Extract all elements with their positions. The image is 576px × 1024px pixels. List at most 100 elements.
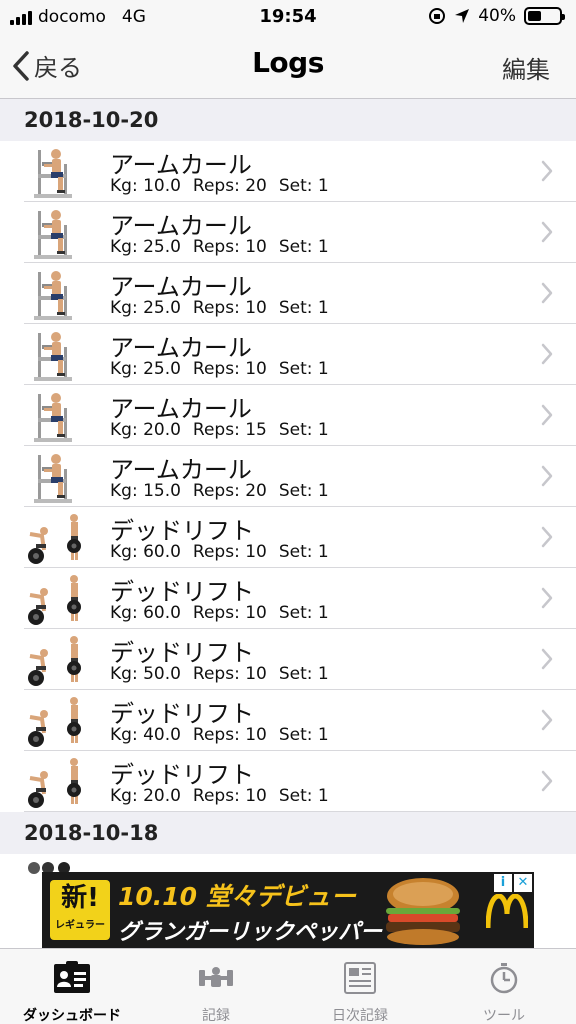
log-entry-row[interactable]: デッドリフト Kg: 60.0 Reps: 10 Set: 1 <box>0 507 576 568</box>
log-entry-row[interactable]: デッドリフト Kg: 60.0 Reps: 10 Set: 1 <box>0 568 576 629</box>
chevron-right-icon <box>540 770 554 796</box>
section-header-date: 2018-10-20 <box>0 99 576 141</box>
status-bar: docomo 4G 19:54 40% <box>0 0 576 34</box>
arm-curl-machine-icon <box>22 266 86 322</box>
stopwatch-icon <box>484 961 524 995</box>
exercise-name: アームカール <box>110 334 252 362</box>
chevron-right-icon <box>540 343 554 369</box>
reps-value: Reps: 15 <box>192 420 267 440</box>
ad-choices[interactable]: i ✕ <box>494 874 532 892</box>
exercise-name: デッドリフト <box>110 700 254 728</box>
log-detail: Kg: 25.0 Reps: 10 Set: 1 <box>110 298 341 318</box>
set-value: Set: 1 <box>278 481 329 501</box>
weight-value: Kg: 20.0 <box>110 420 181 440</box>
tab-label: ツール <box>483 1008 525 1024</box>
tab-daily-log[interactable]: 日次記録 <box>288 949 432 1024</box>
ad-badge-sub: レギュラー <box>55 920 105 931</box>
mcdonalds-logo-icon <box>486 894 528 928</box>
tab-label: 記録 <box>202 1008 230 1024</box>
log-detail: Kg: 40.0 Reps: 10 Set: 1 <box>110 725 341 745</box>
arm-curl-machine-icon <box>22 327 86 383</box>
tab-label: ダッシュボード <box>23 1008 121 1024</box>
log-entry-row[interactable]: アームカール Kg: 25.0 Reps: 10 Set: 1 <box>0 263 576 324</box>
chevron-right-icon <box>540 709 554 735</box>
exercise-name: デッドリフト <box>110 639 254 667</box>
reps-value: Reps: 10 <box>192 725 267 745</box>
ad-info-icon[interactable]: i <box>494 874 512 892</box>
log-entry-row[interactable]: デッドリフト Kg: 20.0 Reps: 10 Set: 1 <box>0 751 576 812</box>
weight-value: Kg: 15.0 <box>110 481 181 501</box>
arm-curl-machine-icon <box>22 144 86 200</box>
ad-banner[interactable]: 新! レギュラー 10.10 堂々デビュー グランガーリックペッパー i ✕ <box>42 872 534 948</box>
weight-value: Kg: 25.0 <box>110 359 181 379</box>
log-detail: Kg: 60.0 Reps: 10 Set: 1 <box>110 542 341 562</box>
ad-subline: グランガーリックペッパー <box>118 920 383 945</box>
weight-value: Kg: 40.0 <box>110 725 181 745</box>
dumbbell-icon <box>196 961 236 995</box>
ad-close-icon[interactable]: ✕ <box>514 874 532 892</box>
reps-value: Reps: 20 <box>192 176 267 196</box>
reps-value: Reps: 10 <box>192 786 267 806</box>
chevron-right-icon <box>540 160 554 186</box>
weight-value: Kg: 60.0 <box>110 603 181 623</box>
edit-button[interactable]: 編集 <box>502 50 550 85</box>
log-entry-row[interactable]: アームカール Kg: 25.0 Reps: 10 Set: 1 <box>0 202 576 263</box>
weight-value: Kg: 25.0 <box>110 298 181 318</box>
log-entry-row[interactable]: アームカール Kg: 15.0 Reps: 20 Set: 1 <box>0 446 576 507</box>
log-entry-row[interactable]: アームカール Kg: 25.0 Reps: 10 Set: 1 <box>0 324 576 385</box>
log-entry-row[interactable]: アームカール Kg: 10.0 Reps: 20 Set: 1 <box>0 141 576 202</box>
log-detail: Kg: 20.0 Reps: 10 Set: 1 <box>110 786 341 806</box>
log-entry-row[interactable]: デッドリフト Kg: 50.0 Reps: 10 Set: 1 <box>0 629 576 690</box>
arm-curl-machine-icon <box>22 449 86 505</box>
section-header-date: 2018-10-18 <box>0 812 576 854</box>
exercise-name: アームカール <box>110 395 252 423</box>
exercise-name: アームカール <box>110 456 252 484</box>
log-entry-row[interactable]: アームカール Kg: 20.0 Reps: 15 Set: 1 <box>0 385 576 446</box>
burger-image <box>386 878 460 945</box>
tab-dashboard[interactable]: ダッシュボード <box>0 949 144 1024</box>
orientation-lock-icon <box>429 8 446 24</box>
set-value: Set: 1 <box>278 664 329 684</box>
set-value: Set: 1 <box>278 603 329 623</box>
set-value: Set: 1 <box>278 420 329 440</box>
dashboard-icon <box>52 961 92 995</box>
exercise-name: アームカール <box>110 151 252 179</box>
chevron-right-icon <box>540 465 554 491</box>
chevron-right-icon <box>540 526 554 552</box>
deadlift-icon <box>22 571 86 627</box>
exercise-name: デッドリフト <box>110 517 254 545</box>
deadlift-icon <box>22 754 86 810</box>
set-value: Set: 1 <box>278 176 329 196</box>
ad-badge-text: 新! <box>61 883 99 913</box>
exercise-name: アームカール <box>110 273 252 301</box>
log-detail: Kg: 20.0 Reps: 15 Set: 1 <box>110 420 341 440</box>
reps-value: Reps: 10 <box>192 542 267 562</box>
log-detail: Kg: 25.0 Reps: 10 Set: 1 <box>110 237 341 257</box>
arm-curl-machine-icon <box>22 205 86 261</box>
chevron-right-icon <box>540 648 554 674</box>
status-right: 40% <box>428 6 565 26</box>
ad-headline: 10.10 堂々デビュー <box>118 882 356 911</box>
battery-icon <box>524 7 565 25</box>
tab-stopwatch[interactable]: ツール <box>432 949 576 1024</box>
set-value: Set: 1 <box>278 237 329 257</box>
reps-value: Reps: 10 <box>192 237 267 257</box>
chevron-right-icon <box>540 587 554 613</box>
navigation-bar: 戻る Logs 編集 <box>0 34 576 99</box>
deadlift-icon <box>22 510 86 566</box>
log-entry-row[interactable]: デッドリフト Kg: 40.0 Reps: 10 Set: 1 <box>0 690 576 751</box>
weight-value: Kg: 25.0 <box>110 237 181 257</box>
reps-value: Reps: 10 <box>192 664 267 684</box>
log-detail: Kg: 25.0 Reps: 10 Set: 1 <box>110 359 341 379</box>
log-detail: Kg: 60.0 Reps: 10 Set: 1 <box>110 603 341 623</box>
tab-dumbbell[interactable]: 記録 <box>144 949 288 1024</box>
tab-label: 日次記録 <box>332 1008 388 1024</box>
weight-value: Kg: 10.0 <box>110 176 181 196</box>
page-title: Logs <box>252 46 324 79</box>
reps-value: Reps: 10 <box>192 298 267 318</box>
log-detail: Kg: 50.0 Reps: 10 Set: 1 <box>110 664 341 684</box>
log-detail: Kg: 15.0 Reps: 20 Set: 1 <box>110 481 341 501</box>
ad-new-badge: 新! レギュラー <box>50 880 110 940</box>
weight-value: Kg: 50.0 <box>110 664 181 684</box>
set-value: Set: 1 <box>278 725 329 745</box>
